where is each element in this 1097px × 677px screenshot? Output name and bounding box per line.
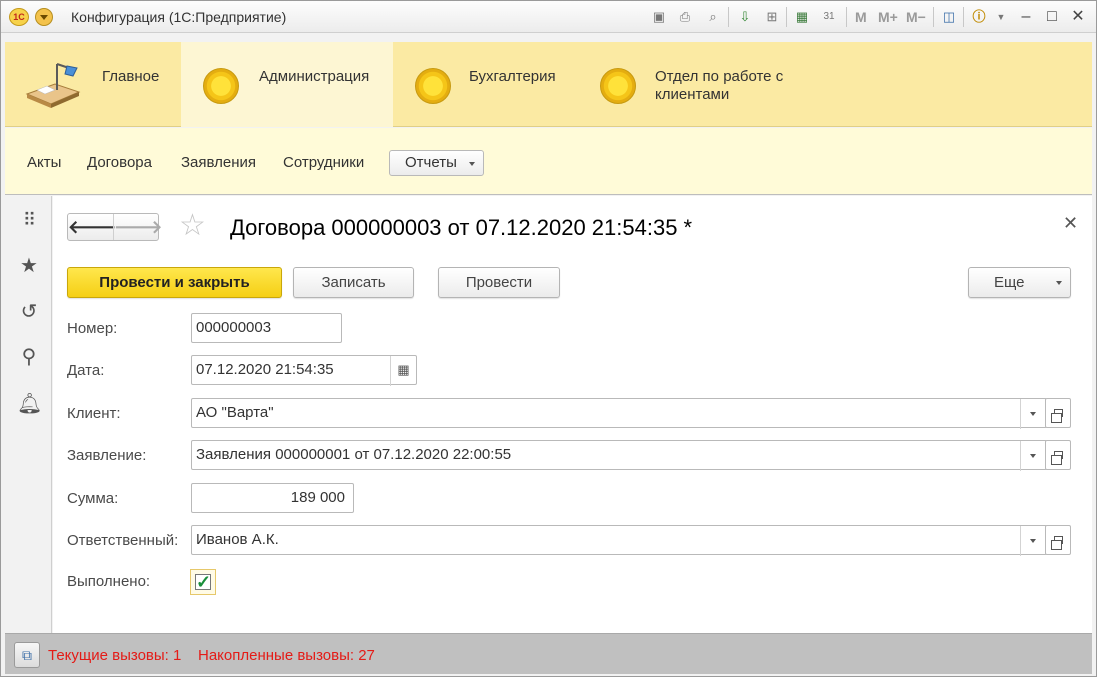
nav-link-employees[interactable]: Сотрудники <box>283 154 364 171</box>
write-button[interactable]: Записать <box>293 267 414 298</box>
maximize-button[interactable]: □ <box>1041 6 1063 28</box>
current-calls-text: Текущие вызовы: 1 <box>48 647 182 664</box>
done-label: Выполнено: <box>67 573 151 590</box>
coin-icon <box>600 68 636 104</box>
function-panel: Акты Договора Заявления Сотрудники Отчет… <box>5 128 1092 195</box>
calendar-icon[interactable]: 31 <box>820 8 838 26</box>
done-checkbox[interactable]: ✓ <box>190 569 216 595</box>
responsible-dropdown-button[interactable] <box>1020 526 1046 556</box>
coin-icon <box>415 68 451 104</box>
more-label: Еще <box>994 274 1025 291</box>
application-label: Заявление: <box>67 447 147 464</box>
title-bar: 1С Конфигурация (1С:Предприятие) ▣ ⎙ ⌕ ⇩… <box>1 1 1096 33</box>
responsible-label: Ответственный: <box>67 532 179 549</box>
responsible-value: Иванов А.К. <box>196 531 279 548</box>
history-nav-buttons: 🡐 🡒 <box>67 213 162 241</box>
link-icon[interactable]: ⊞ <box>763 8 781 26</box>
panel-layout-icon[interactable]: ◫ <box>940 8 958 26</box>
amount-label: Сумма: <box>67 490 119 507</box>
more-button[interactable]: Еще <box>968 267 1071 298</box>
calendar-icon[interactable]: ▦ <box>390 356 416 386</box>
client-value: АО "Варта" <box>196 404 274 421</box>
preview-icon[interactable]: ⌕ <box>704 8 722 26</box>
form-title: Договора 000000003 от 07.12.2020 21:54:3… <box>230 215 693 240</box>
responsible-open-button[interactable] <box>1045 525 1071 555</box>
toolbar-separator <box>728 7 729 27</box>
open-icon <box>1051 409 1063 423</box>
window-title: Конфигурация (1С:Предприятие) <box>71 9 287 25</box>
client-open-button[interactable] <box>1045 398 1071 428</box>
attach-icon[interactable]: ⇩ <box>736 8 754 26</box>
grid-menu-icon[interactable]: ⠿ <box>17 208 41 232</box>
desk-lamp-icon <box>25 63 81 108</box>
section-administration[interactable]: Администрация <box>181 42 393 127</box>
application-dropdown-button[interactable] <box>1020 441 1046 471</box>
client-label: Клиент: <box>67 405 121 422</box>
memory-plus-button[interactable]: M+ <box>878 9 898 25</box>
accumulated-calls-text: Накопленные вызовы: 27 <box>198 647 375 664</box>
application-value: Заявления 000000001 от 07.12.2020 22:00:… <box>196 446 512 463</box>
nav-link-applications[interactable]: Заявления <box>181 154 256 171</box>
chevron-down-icon <box>469 162 475 166</box>
toolbar-separator <box>846 7 847 27</box>
notifications-bell-icon[interactable]: 🔔︎ <box>17 392 42 416</box>
section-label: Бухгалтерия <box>469 68 556 85</box>
reports-label: Отчеты <box>405 154 457 171</box>
calculator-icon[interactable]: ▦ <box>793 8 811 26</box>
chevron-down-icon[interactable]: ▼ <box>992 8 1010 26</box>
application-open-button[interactable] <box>1045 440 1071 470</box>
memory-m-button[interactable]: M <box>855 9 867 25</box>
section-label: Главное <box>102 68 160 85</box>
favorites-star-icon[interactable]: ★ <box>17 254 41 278</box>
toolbar-separator <box>933 7 934 27</box>
forward-arrow-icon[interactable]: 🡒 <box>114 217 162 237</box>
info-icon[interactable]: ⓘ <box>970 8 988 26</box>
amount-field[interactable]: 189 000 <box>191 483 354 513</box>
number-field[interactable]: 000000003 <box>191 313 342 343</box>
nav-link-acts[interactable]: Акты <box>27 154 61 171</box>
date-label: Дата: <box>67 362 105 379</box>
section-label: Отдел по работе с клиентами <box>655 68 784 103</box>
save-icon[interactable]: ▣ <box>650 8 668 26</box>
main-menu-button[interactable] <box>35 8 53 26</box>
performance-monitor-icon[interactable]: ⧉ <box>14 642 40 668</box>
close-form-icon[interactable]: ✕ <box>1063 213 1078 234</box>
favorite-star-icon[interactable]: ☆ <box>179 211 206 241</box>
memory-minus-button[interactable]: M− <box>906 9 926 25</box>
section-client-department[interactable]: Отдел по работе с клиентами <box>585 42 825 127</box>
coin-icon <box>203 68 239 104</box>
reports-dropdown-button[interactable]: Отчеты <box>389 150 484 176</box>
client-dropdown-button[interactable] <box>1020 399 1046 429</box>
1c-logo-icon: 1С <box>9 8 29 26</box>
print-icon[interactable]: ⎙ <box>676 8 694 26</box>
post-button[interactable]: Провести <box>438 267 560 298</box>
date-value: 07.12.2020 21:54:35 <box>196 361 334 378</box>
nav-link-contracts[interactable]: Договора <box>87 154 152 171</box>
section-accounting[interactable]: Бухгалтерия <box>393 42 585 127</box>
client-field[interactable]: АО "Варта" <box>191 398 1047 429</box>
chevron-down-icon <box>1056 281 1062 285</box>
history-icon[interactable]: ↺ <box>17 300 41 324</box>
section-label: Администрация <box>259 68 370 85</box>
close-window-button[interactable]: ✕ <box>1067 6 1089 28</box>
post-and-close-button[interactable]: Провести и закрыть <box>67 267 282 298</box>
left-toolbar: ⠿ ★ ↺ ⚲ 🔔︎ <box>5 196 52 633</box>
open-icon <box>1051 536 1063 550</box>
application-window: 1С Конфигурация (1С:Предприятие) ▣ ⎙ ⌕ ⇩… <box>0 0 1097 677</box>
sections-panel: Главное Администрация Бухгалтерия Отдел … <box>5 42 1092 127</box>
search-icon[interactable]: ⚲ <box>17 345 41 369</box>
section-main[interactable]: Главное <box>5 42 181 127</box>
toolbar-separator <box>786 7 787 27</box>
status-bar: ⧉ Текущие вызовы: 1 Накопленные вызовы: … <box>5 633 1092 674</box>
back-arrow-icon[interactable]: 🡐 <box>68 217 116 237</box>
minimize-button[interactable]: – <box>1015 6 1037 28</box>
document-form: 🡐 🡒 ☆ Договора 000000003 от 07.12.2020 2… <box>53 196 1092 633</box>
number-label: Номер: <box>67 320 118 337</box>
date-field[interactable]: 07.12.2020 21:54:35 ▦ <box>191 355 417 386</box>
checkmark-icon: ✓ <box>195 572 212 592</box>
application-field[interactable]: Заявления 000000001 от 07.12.2020 22:00:… <box>191 440 1047 471</box>
toolbar-separator <box>963 7 964 27</box>
open-icon <box>1051 451 1063 465</box>
responsible-field[interactable]: Иванов А.К. <box>191 525 1047 556</box>
